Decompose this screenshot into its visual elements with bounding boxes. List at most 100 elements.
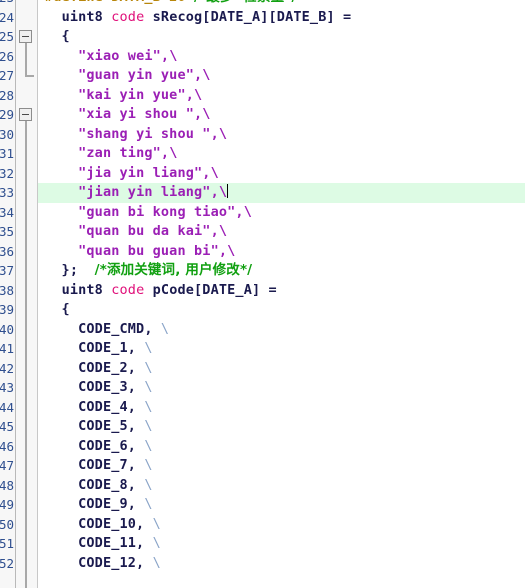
token-cont-d: \: [152, 515, 161, 532]
fold-collapse-icon[interactable]: [19, 108, 32, 121]
code-line[interactable]: "guan bi kong tiao",\: [38, 203, 525, 223]
code-line[interactable]: CODE_8, \: [38, 476, 525, 496]
code-line[interactable]: "jia yin liang",\: [38, 164, 525, 184]
fold-column: [16, 0, 37, 588]
fold-collapse-icon[interactable]: [19, 30, 32, 43]
code-line[interactable]: "zan ting",\: [38, 144, 525, 164]
token-cont-d: \: [144, 496, 153, 512]
token-str: "zan ting",: [78, 145, 170, 161]
code-line[interactable]: CODE_4, \: [38, 398, 525, 418]
token-ident: pCode[DATE_A] =: [144, 281, 277, 298]
gutter-separator: [15, 0, 16, 588]
code-text-area[interactable]: #define DATA_B 20 /*最多 检索量*/ uint8 code …: [38, 0, 525, 588]
line-number: 28: [0, 87, 14, 103]
line-number: 29: [0, 107, 14, 122]
token-cont: \: [194, 86, 203, 103]
code-line[interactable]: "guan yin yue",\: [38, 66, 525, 86]
line-number: 46: [0, 438, 14, 454]
token-cont-d: \: [152, 554, 161, 571]
code-line[interactable]: "shang yi shou ",\: [38, 125, 525, 145]
line-number: 34: [0, 204, 14, 220]
token-cont-d: \: [152, 535, 161, 551]
code-line[interactable]: CODE_11, \: [38, 534, 525, 554]
code-line[interactable]: "quan bu da kai",\: [38, 222, 525, 242]
line-number: 51: [0, 536, 14, 551]
line-number: 41: [0, 341, 14, 356]
token-cont: \: [227, 242, 236, 259]
token-str: "kai yin yue",: [78, 86, 195, 103]
code-line[interactable]: CODE_1, \: [38, 339, 525, 359]
code-line[interactable]: uint8 code pCode[DATE_A] =: [38, 281, 525, 301]
token-cont-d: \: [144, 418, 153, 434]
line-number: 27: [0, 68, 14, 83]
token-const: CODE_8,: [45, 476, 145, 493]
fold-spine: [25, 121, 27, 588]
code-line[interactable]: uint8 code sRecog[DATE_A][DATE_B] =: [38, 8, 525, 28]
code-line[interactable]: "xiao wei",\: [38, 47, 525, 67]
token-cont: \: [210, 164, 219, 181]
token-cont: \: [169, 145, 178, 161]
token-str: "shang yi shou ",: [78, 125, 219, 142]
token-punct: };: [45, 262, 95, 278]
code-line[interactable]: {: [38, 300, 525, 320]
token-cont-d: \: [144, 398, 153, 415]
code-line[interactable]: "xia yi shou ",\: [38, 105, 525, 125]
token-pre: #define DATA_B 20: [45, 0, 194, 5]
token-const: CODE_10,: [45, 515, 153, 532]
line-number: 43: [0, 380, 14, 395]
token-str: "jian yin liang",: [78, 184, 219, 200]
code-line[interactable]: CODE_CMD, \: [38, 320, 525, 340]
code-line[interactable]: CODE_5, \: [38, 417, 525, 437]
code-line[interactable]: #define DATA_B 20 /*最多 检索量*/: [38, 0, 525, 8]
token-comment: /*添加关键词, 用户修改*/: [94, 262, 253, 278]
token-const: CODE_7,: [45, 457, 145, 473]
token-const: CODE_CMD,: [45, 320, 161, 337]
token-punct: {: [45, 28, 70, 44]
code-line[interactable]: {: [38, 27, 525, 47]
text-caret: [226, 184, 228, 198]
line-number-column: [0, 0, 15, 588]
line-number: 23: [0, 0, 14, 8]
line-number: 32: [0, 165, 14, 181]
fold-end-icon[interactable]: [25, 75, 34, 77]
line-number: 49: [0, 497, 14, 512]
code-line[interactable]: "kai yin yue",\: [38, 86, 525, 106]
line-number: 36: [0, 243, 14, 259]
code-line[interactable]: CODE_7, \: [38, 456, 525, 476]
token-const: CODE_5,: [45, 418, 145, 434]
code-line[interactable]: CODE_2, \: [38, 359, 525, 379]
line-number: 44: [0, 399, 14, 415]
token-const: CODE_12,: [45, 554, 153, 571]
token-cont: \: [202, 67, 211, 83]
code-line[interactable]: CODE_9, \: [38, 495, 525, 515]
code-line[interactable]: }; /*添加关键词, 用户修改*/: [38, 261, 525, 281]
code-line[interactable]: CODE_12, \: [38, 554, 525, 574]
token-str: "quan bu guan bi",: [78, 242, 228, 259]
code-line[interactable]: CODE_6, \: [38, 437, 525, 457]
line-number: 42: [0, 360, 14, 376]
line-number: 38: [0, 282, 14, 298]
token-cont: \: [218, 223, 228, 239]
token-comment: /*最多 检索量*/: [194, 0, 297, 5]
code-line[interactable]: CODE_10, \: [38, 515, 525, 535]
code-line[interactable]: "quan bu guan bi",\: [38, 242, 525, 262]
token-cont-d: \: [144, 340, 153, 356]
token-cont-d: \: [144, 457, 153, 473]
code-line[interactable]: CODE_3, \: [38, 378, 525, 398]
token-str: "quan bu da kai",: [78, 223, 219, 239]
token-ident: sRecog[DATE_A][DATE_B] =: [144, 8, 352, 25]
code-line-current[interactable]: "jian yin liang",\: [38, 183, 525, 203]
line-number: 33: [0, 185, 14, 200]
code-editor[interactable]: 2324 25 26 27 28 29 30 31 32 33 34 35 36 37 38 39 40 41 42…: [0, 0, 525, 588]
